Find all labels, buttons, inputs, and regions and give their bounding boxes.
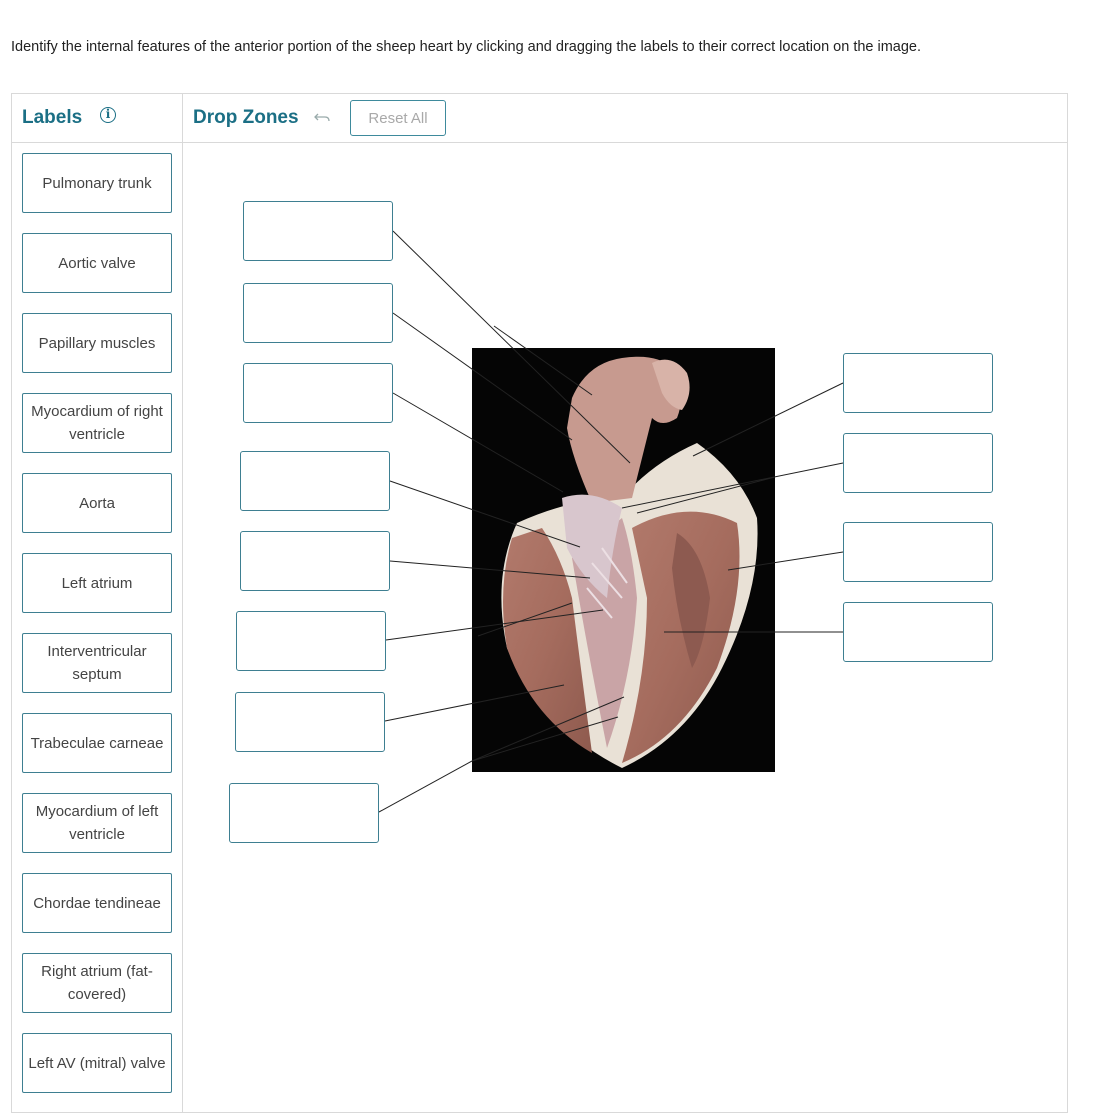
drop-zone-7[interactable] <box>235 692 385 752</box>
drop-zone-4[interactable] <box>240 451 390 511</box>
drop-zone-10[interactable] <box>843 433 993 493</box>
drop-zone-8[interactable] <box>229 783 379 843</box>
drop-zone-1[interactable] <box>243 201 393 261</box>
drop-zone-2[interactable] <box>243 283 393 343</box>
drop-zone-5[interactable] <box>240 531 390 591</box>
drop-zone-11[interactable] <box>843 522 993 582</box>
drop-zone-12[interactable] <box>843 602 993 662</box>
drop-zone-3[interactable] <box>243 363 393 423</box>
drop-zone-9[interactable] <box>843 353 993 413</box>
drop-zone-6[interactable] <box>236 611 386 671</box>
